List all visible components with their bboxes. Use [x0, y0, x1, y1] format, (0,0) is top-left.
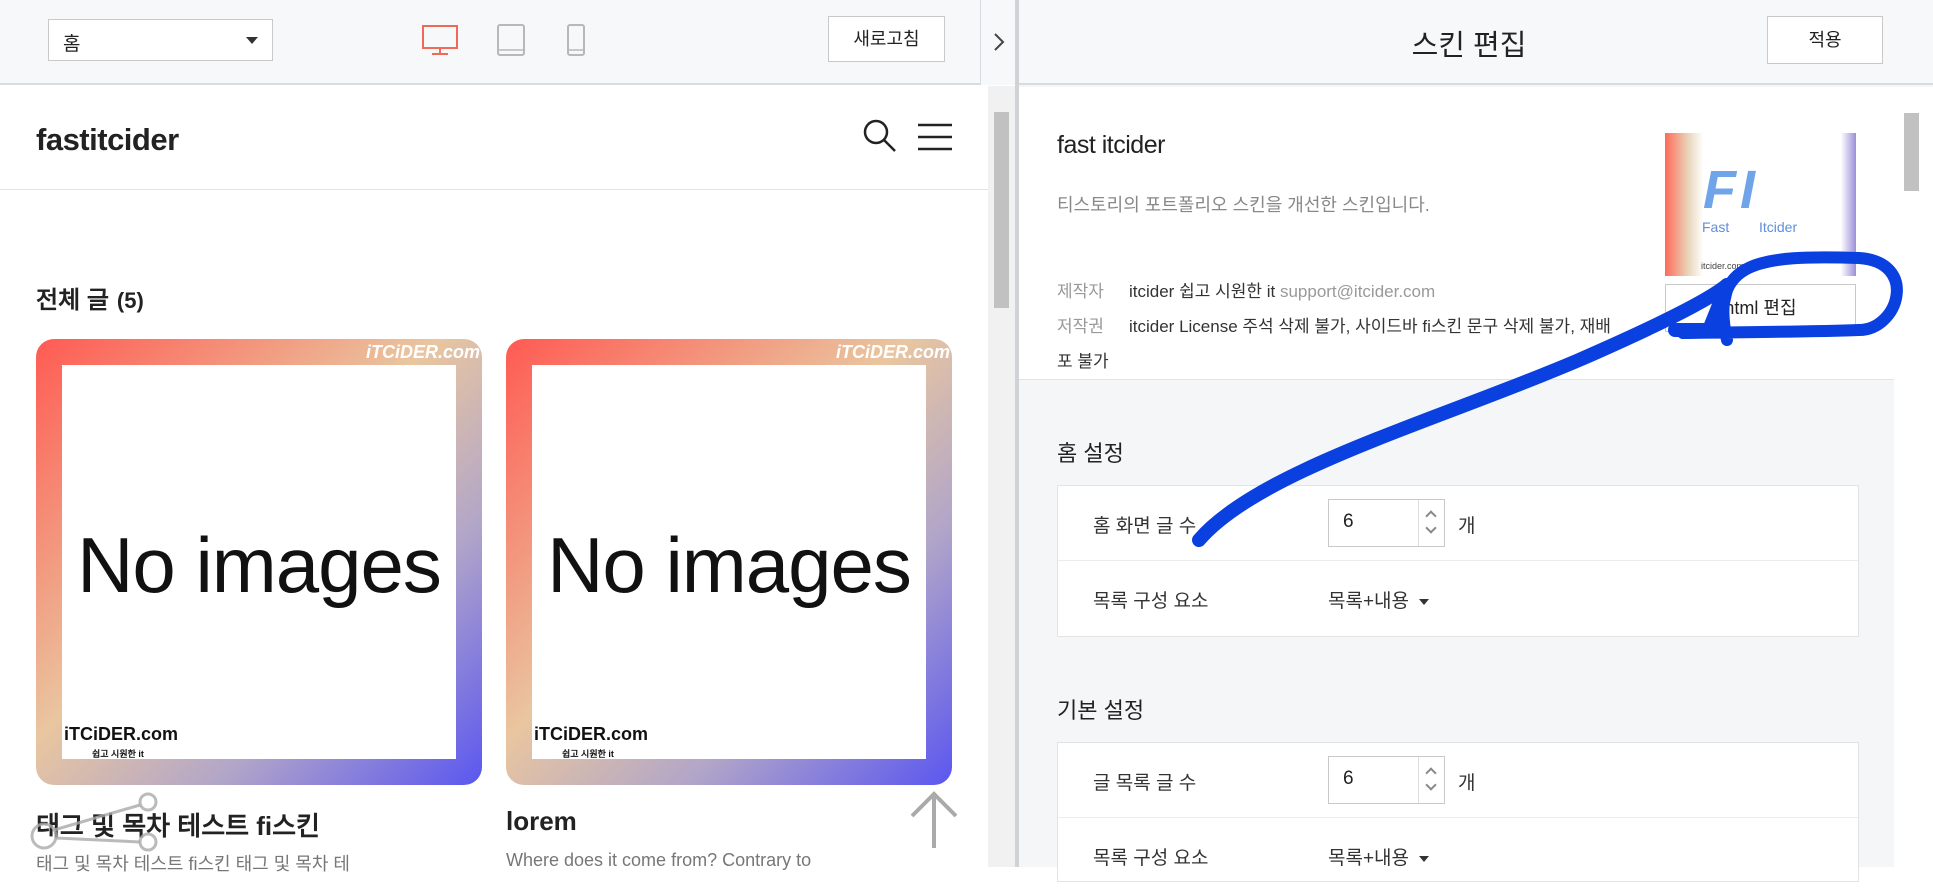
skin-editor-pane: 스킨 편집 적용 fast itcider 티스토리의 포트폴리오 스킨을 개선…: [1019, 0, 1933, 882]
preview-pane: 홈 새로고침 fastitcider 전체 글 (5) iTCiDER.com …: [0, 0, 1015, 874]
basic-settings-title: 기본 설정: [1057, 698, 1145, 723]
list-component-select[interactable]: 목록+내용: [1328, 843, 1430, 870]
number-value: 6: [1343, 511, 1354, 532]
post-thumbnail[interactable]: iTCiDER.com No images iTCiDER.com 쉽고 시원한…: [506, 339, 952, 785]
blog-title[interactable]: fastitcider: [36, 122, 179, 158]
select-value: 목록+내용: [1328, 591, 1410, 612]
hamburger-menu-icon[interactable]: [917, 122, 953, 157]
watermark-subtext: 쉽고 시원한 it: [92, 749, 144, 759]
apply-button[interactable]: 적용: [1767, 16, 1883, 64]
number-stepper[interactable]: [1418, 500, 1444, 546]
caret-down-icon: [1419, 855, 1430, 862]
all-posts-label: 전체 글: [36, 287, 109, 314]
thumbnail-inner: No images: [62, 365, 456, 759]
html-edit-button[interactable]: html 편집: [1665, 284, 1856, 332]
setting-label: 목록 구성 요소: [1093, 591, 1209, 612]
chevron-down-icon: [246, 37, 258, 44]
chevron-up-icon[interactable]: [1425, 767, 1437, 779]
preview-scrollbar[interactable]: [988, 86, 1015, 867]
page-select[interactable]: 홈: [48, 19, 273, 61]
all-posts-heading: 전체 글 (5): [36, 280, 144, 315]
setting-label: 홈 화면 글 수: [1093, 516, 1197, 537]
share-icon[interactable]: [28, 792, 168, 857]
settings-row: 글 목록 글 수 6 개: [1058, 743, 1858, 818]
maker-value: itcider 쉽고 시원한 it support@itcider.com: [1129, 277, 1435, 302]
copyright-label: 저작권: [1057, 317, 1104, 336]
no-images-text: No images: [77, 521, 442, 609]
thumbnail-inner: No images: [532, 365, 926, 759]
chevron-up-icon[interactable]: [1425, 510, 1437, 522]
editor-scrollbar[interactable]: [1894, 87, 1933, 867]
scrollbar-thumb[interactable]: [994, 112, 1009, 308]
settings-row: 홈 화면 글 수 6 개: [1058, 486, 1858, 561]
tablet-icon: [497, 24, 525, 56]
chevron-down-icon[interactable]: [1425, 522, 1437, 534]
watermark-text: iTCiDER.com: [835, 342, 950, 362]
blog-header: fastitcider: [0, 86, 988, 190]
copyright-value: itcider License 주석 삭제 불가, 사이드바 fi스킨 문구 삭…: [1129, 317, 1611, 336]
setting-label: 글 목록 글 수: [1093, 773, 1197, 794]
maker-name: itcider 쉽고 시원한 it: [1129, 282, 1276, 301]
tablet-view-button[interactable]: [491, 22, 531, 58]
editor-toolbar: 스킨 편집 적용: [1019, 0, 1933, 85]
skin-logo-text: FI: [1703, 160, 1759, 220]
select-value: 목록+내용: [1328, 848, 1410, 869]
chevron-down-icon[interactable]: [1425, 779, 1437, 791]
post-excerpt: Where does it come from? Contrary to: [506, 850, 812, 870]
desktop-view-button[interactable]: [420, 22, 460, 58]
number-stepper[interactable]: [1418, 757, 1444, 803]
watermark-text: iTCiDER.com: [534, 724, 649, 744]
skin-logo-fast: Fast: [1702, 219, 1730, 235]
search-icon[interactable]: [862, 118, 898, 159]
skin-logo-itcider: Itcider: [1759, 219, 1798, 235]
skin-logo-small: itcider.com: [1701, 261, 1745, 271]
list-component-select[interactable]: 목록+내용: [1328, 586, 1430, 613]
number-value: 6: [1343, 768, 1354, 789]
arrow-up-icon[interactable]: [908, 790, 960, 855]
unit-label: 개: [1458, 773, 1476, 794]
preview-toolbar: 홈 새로고침: [0, 0, 1015, 85]
refresh-button[interactable]: 새로고침: [828, 16, 945, 62]
list-post-count-input[interactable]: 6: [1328, 756, 1445, 804]
desktop-icon: [422, 25, 458, 55]
setting-label: 목록 구성 요소: [1093, 848, 1209, 869]
collapse-panel-button[interactable]: [980, 0, 1015, 85]
skin-thumbnail: FI Fast Itcider itcider.com: [1665, 133, 1856, 276]
home-post-count-input[interactable]: 6: [1328, 499, 1445, 547]
basic-settings-panel: 글 목록 글 수 6 개 목록 구성 요소 목록+내용: [1057, 742, 1859, 882]
all-posts-count: (5): [116, 288, 144, 313]
watermark-text: iTCiDER.com: [365, 342, 480, 362]
skin-description: 티스토리의 포트폴리오 스킨을 개선한 스킨입니다.: [1057, 195, 1430, 215]
maker-email: support@itcider.com: [1279, 282, 1436, 301]
copyright-value-continued: 포 불가: [1057, 352, 1109, 371]
mobile-icon: [567, 24, 585, 56]
watermark-subtext: 쉽고 시원한 it: [562, 749, 614, 759]
no-images-text: No images: [547, 521, 912, 609]
skin-name: fast itcider: [1057, 131, 1165, 159]
caret-down-icon: [1419, 598, 1430, 605]
settings-row: 목록 구성 요소 목록+내용: [1058, 818, 1858, 893]
skin-info-card: fast itcider 티스토리의 포트폴리오 스킨을 개선한 스킨입니다. …: [1019, 87, 1894, 380]
scrollbar-thumb[interactable]: [1904, 113, 1919, 191]
post-thumbnail[interactable]: iTCiDER.com No images iTCiDER.com 쉽고 시원한…: [36, 339, 482, 785]
mobile-view-button[interactable]: [556, 22, 596, 58]
chevron-right-icon: [994, 33, 1005, 51]
home-settings-title: 홈 설정: [1057, 441, 1124, 466]
watermark-text: iTCiDER.com: [64, 724, 179, 744]
maker-label: 제작자: [1057, 282, 1104, 301]
page-select-value: 홈: [63, 34, 81, 55]
post-title[interactable]: lorem: [506, 806, 577, 837]
home-settings-panel: 홈 화면 글 수 6 개 목록 구성 요소 목록+내용: [1057, 485, 1859, 637]
unit-label: 개: [1458, 516, 1476, 537]
settings-row: 목록 구성 요소 목록+내용: [1058, 561, 1858, 636]
